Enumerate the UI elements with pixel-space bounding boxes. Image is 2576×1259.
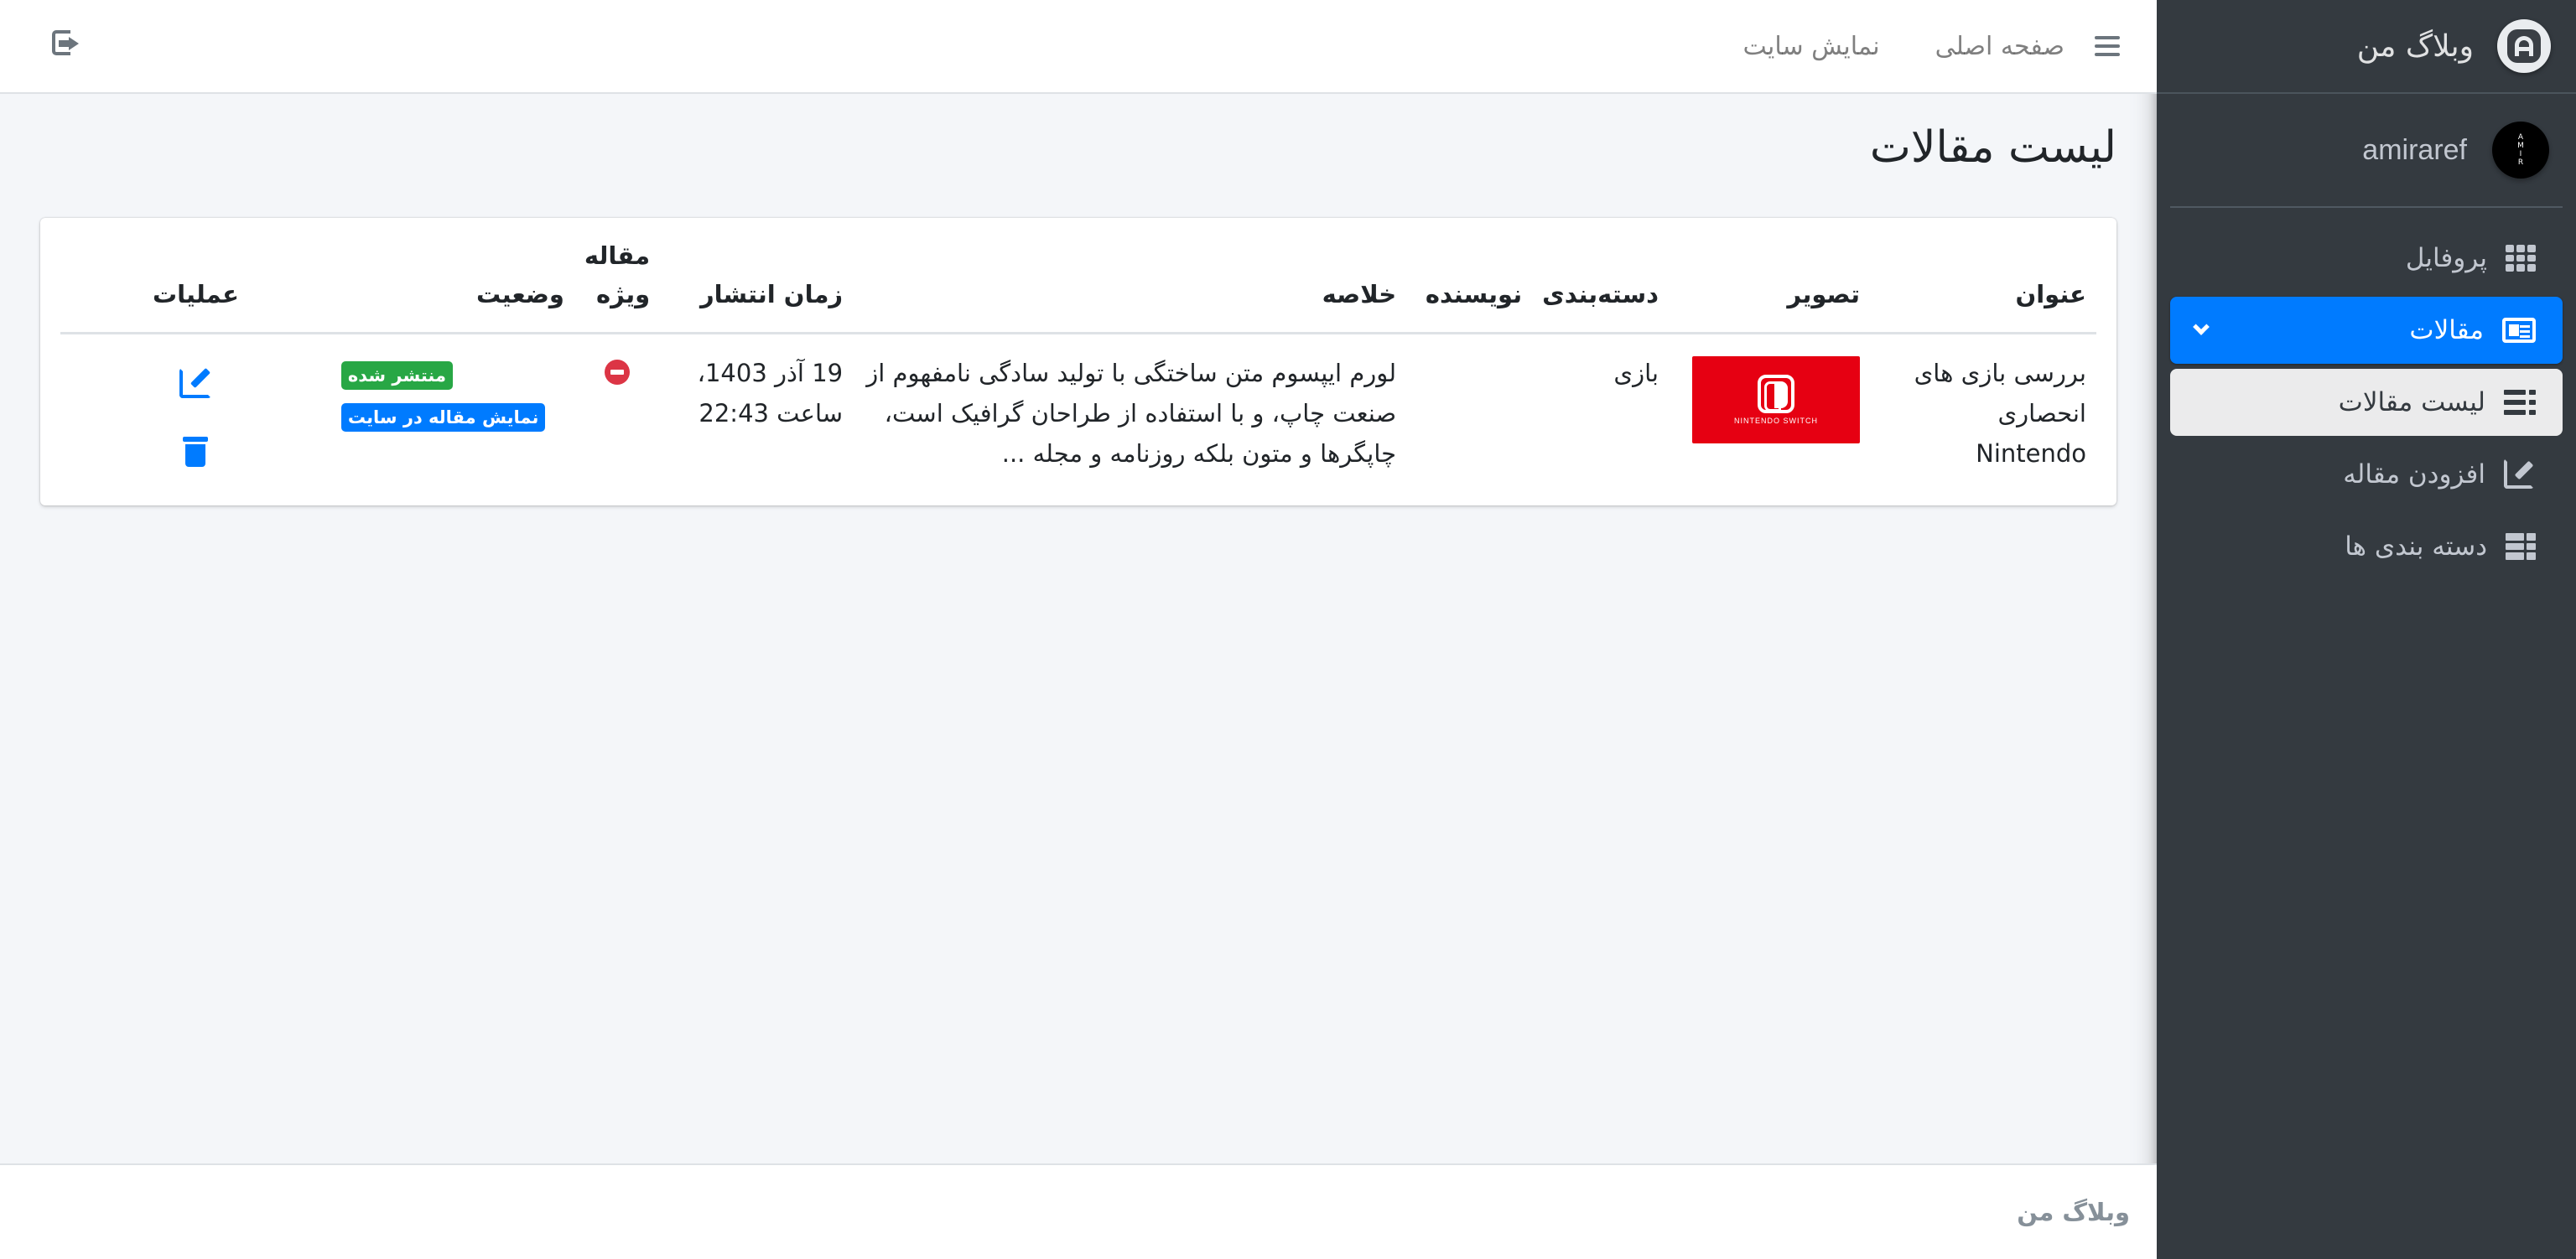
article-published: 19 آذر 1403، ساعت 22:43 [697, 359, 844, 427]
thumbnail-text: NINTENDO SWITCH [1734, 416, 1818, 425]
status-badge: منتشر شده [340, 361, 453, 390]
col-image: تصویر [1669, 218, 1870, 334]
sidebar-item-profile[interactable]: پروفایل [2170, 225, 2563, 292]
nav-link-view-site[interactable]: نمایش سایت [1743, 32, 1880, 61]
article-image-cell: NINTENDO SWITCH [1669, 334, 1870, 506]
col-published: زمان انتشار [660, 218, 854, 334]
table-icon [2506, 533, 2536, 560]
sidebar: وبلاگ من AMIR amiraref پروفایل مقالات لی… [2157, 0, 2576, 1259]
page-title: لیست مقالات [1869, 122, 2116, 173]
article-category: بازی [1613, 359, 1659, 387]
nintendo-switch-icon [1758, 374, 1794, 413]
footer: وبلاگ من [0, 1163, 2157, 1259]
chevron-down-icon [2193, 319, 2210, 335]
edit-icon[interactable] [179, 368, 212, 398]
sidebar-item-articles[interactable]: مقالات [2170, 297, 2563, 364]
article-featured-cell [574, 334, 660, 506]
avatar: AMIR [2492, 122, 2549, 179]
sidebar-item-article-list[interactable]: لیست مقالات [2170, 369, 2563, 436]
newspaper-icon [2502, 318, 2536, 343]
article-actions-cell [60, 334, 331, 506]
article-status-cell: منتشر شده نمایش مقاله در سایت [331, 334, 574, 506]
col-actions: عملیات [60, 218, 331, 334]
col-category: دسته‌بندی [1532, 218, 1669, 334]
article-author [1406, 334, 1532, 506]
brand-logo-icon [2497, 19, 2551, 73]
col-summary: خلاصه [853, 218, 1407, 334]
list-icon [2504, 390, 2536, 415]
sidebar-item-label: مقالات [2409, 315, 2484, 345]
nav-link-home[interactable]: صفحه اصلی [1935, 32, 2064, 61]
trash-icon[interactable] [183, 437, 209, 467]
col-author: نویسنده [1406, 218, 1533, 334]
articles-card: عنوان تصویر دسته‌بندی نویسنده خلاصه زمان… [40, 218, 2116, 505]
col-title: عنوان [1870, 218, 2096, 334]
grid-icon [2506, 245, 2536, 272]
sidebar-menu: پروفایل مقالات لیست مقالات افزودن مقاله … [2157, 225, 2576, 580]
table-header-row: عنوان تصویر دسته‌بندی نویسنده خلاصه زمان… [60, 218, 2096, 334]
view-on-site-badge[interactable]: نمایش مقاله در سایت [340, 403, 546, 432]
sidebar-item-label: افزودن مقاله [2343, 459, 2485, 490]
articles-table: عنوان تصویر دسته‌بندی نویسنده خلاصه زمان… [60, 218, 2096, 505]
user-name[interactable]: amiraref [2362, 134, 2467, 167]
article-summary: لورم ایپسوم متن ساختگی با تولید سادگی نا… [866, 359, 1397, 468]
sidebar-item-add-article[interactable]: افزودن مقاله [2170, 441, 2563, 508]
sidebar-item-categories[interactable]: دسته بندی ها [2170, 513, 2563, 580]
edit-icon [2504, 459, 2536, 489]
table-row: بررسی بازی های انحصاری Nintendo NINTENDO… [60, 334, 2096, 506]
sidebar-item-label: دسته بندی ها [2345, 531, 2487, 562]
top-navbar: صفحه اصلی نمایش سایت [0, 0, 2157, 94]
sidebar-item-label: پروفایل [2405, 243, 2487, 273]
sidebar-item-label: لیست مقالات [2338, 387, 2485, 417]
brand-text: وبلاگ من [2356, 28, 2474, 64]
main-content: لیست مقالات عنوان تصویر دسته‌بندی نویسند… [0, 94, 2157, 1163]
menu-toggle-icon[interactable] [2095, 36, 2120, 56]
user-panel: AMIR amiraref [2170, 94, 2563, 208]
col-status: وضعیت [330, 218, 574, 334]
minus-circle-icon[interactable] [605, 360, 630, 385]
article-title: بررسی بازی های انحصاری Nintendo [1914, 359, 2086, 468]
brand-link[interactable]: وبلاگ من [2157, 0, 2576, 94]
article-thumbnail: NINTENDO SWITCH [1692, 356, 1860, 443]
logout-icon[interactable] [52, 30, 79, 55]
col-featured: مقاله ویژه [574, 218, 661, 334]
footer-text: وبلاگ من [2017, 1198, 2130, 1226]
